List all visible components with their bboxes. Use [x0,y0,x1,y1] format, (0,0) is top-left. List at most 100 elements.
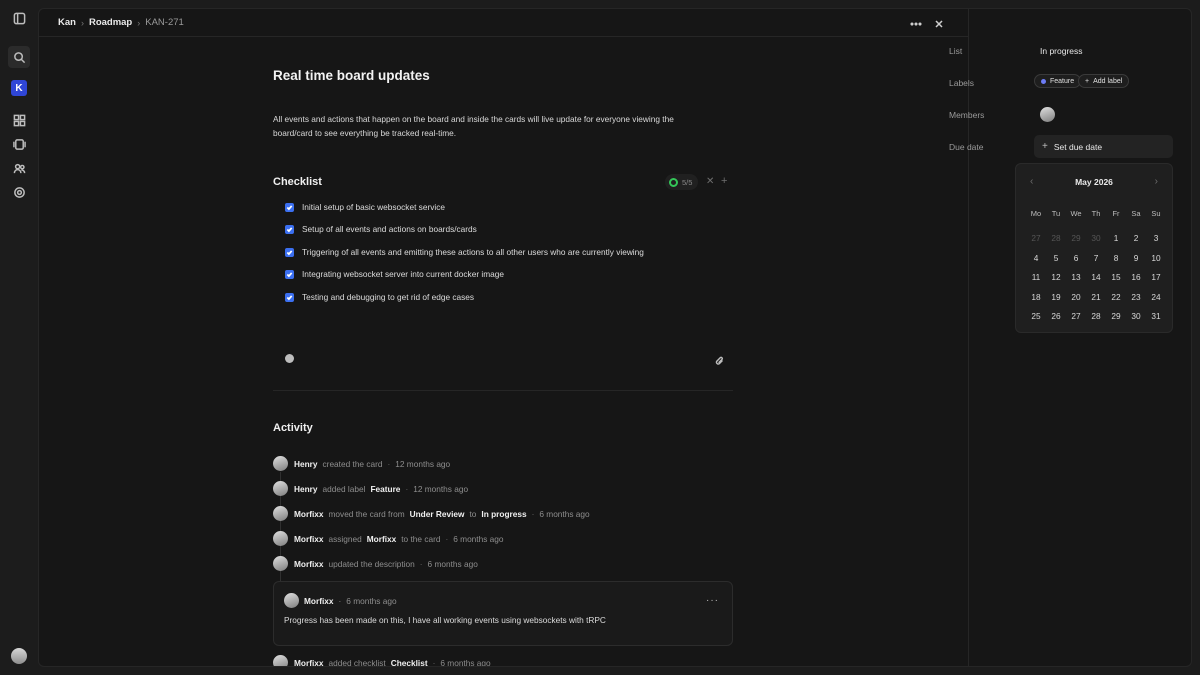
label-chip-feature[interactable]: Feature [1034,74,1082,88]
user-avatar [284,593,299,608]
calendar-day[interactable]: 1 [1106,229,1126,249]
add-checklist-item-icon[interactable]: + [721,175,727,187]
plus-icon: + [1085,77,1090,85]
calendar-day[interactable]: 16 [1126,268,1146,288]
calendar-day[interactable]: 4 [1026,249,1046,269]
plus-icon: + [1042,141,1048,152]
calendar-day[interactable]: 31 [1146,307,1166,327]
breadcrumb-board[interactable]: Roadmap [89,17,132,28]
separator-dot: · [531,508,535,519]
toggle-sidebar-icon[interactable] [9,8,29,28]
delete-checklist-icon[interactable]: ✕ [706,176,714,187]
workspace-avatar[interactable]: K [11,80,27,96]
user-avatar [273,655,288,666]
comment-menu-icon[interactable]: ··· [706,595,719,606]
calendar-day[interactable]: 30 [1126,307,1146,327]
checkbox-checked-icon[interactable] [285,269,294,279]
chevron-right-icon[interactable]: › [1155,176,1158,187]
calendar-weekday: Sa [1131,209,1141,218]
add-label-text: Add label [1093,77,1123,85]
checklist-item[interactable]: Setup of all events and actions on board… [285,224,477,234]
calendar-day[interactable]: 19 [1046,288,1066,308]
calendar-day[interactable]: 17 [1146,268,1166,288]
activity-action: created the card [322,458,383,469]
activity-user: Henry [294,483,318,494]
members-label: Members [949,110,985,120]
calendar-day[interactable]: 27 [1026,229,1046,249]
calendar-day[interactable]: 10 [1146,249,1166,269]
add-label-button[interactable]: + Add label [1078,74,1130,88]
calendar-day[interactable]: 5 [1046,249,1066,269]
breadcrumb-workspace[interactable]: Kan [58,17,76,28]
checklist-item[interactable]: Testing and debugging to get rid of edge… [285,292,474,302]
member-avatar[interactable] [1040,107,1055,122]
calendar-day[interactable]: 22 [1106,288,1126,308]
comment-body: Progress has been made on this, I have a… [284,615,606,625]
calendar-day[interactable]: 24 [1146,288,1166,308]
calendar-day[interactable]: 26 [1046,307,1066,327]
checklist-item-label: Testing and debugging to get rid of edge… [302,292,475,302]
calendar-day[interactable]: 28 [1086,307,1106,327]
checkbox-checked-icon[interactable] [285,202,294,212]
separator-dot: · [387,458,391,469]
calendar-day[interactable]: 29 [1066,229,1086,249]
activity-time: 6 months ago [453,533,504,544]
calendar-day[interactable]: 20 [1066,288,1086,308]
separator-dot: · [338,595,342,606]
close-icon[interactable] [933,17,945,29]
checkbox-checked-icon[interactable] [285,224,294,234]
checkbox-checked-icon[interactable] [285,292,294,302]
top-bar: Kan › Roadmap › KAN-271 [39,9,968,37]
calendar-day[interactable]: 8 [1106,249,1126,269]
calendar-day[interactable]: 7 [1086,249,1106,269]
card-title[interactable]: Real time board updates [273,68,430,83]
calendar-day[interactable]: 30 [1086,229,1106,249]
activity-user: Morfixx [294,558,324,569]
calendar-day[interactable]: 23 [1126,288,1146,308]
activity-user: Henry [294,458,318,469]
calendar-day[interactable]: 12 [1046,268,1066,288]
more-options-icon[interactable] [910,17,922,29]
calendar-day[interactable]: 2 [1126,229,1146,249]
calendar-day[interactable]: 15 [1106,268,1126,288]
activity-time: 6 months ago [440,657,491,667]
calendar-day[interactable]: 21 [1086,288,1106,308]
checklist-item-label: Integrating websocket server into curren… [302,269,504,279]
left-rail: K [0,0,38,675]
calendar-day[interactable]: 29 [1106,307,1126,327]
paperclip-icon[interactable] [715,353,725,365]
checklist-title[interactable]: Checklist [273,176,322,188]
card-description[interactable]: All events and actions that happen on th… [273,112,693,140]
checklist-item[interactable]: Integrating websocket server into curren… [285,269,504,279]
separator-dot: · [445,533,449,544]
calendar-weekday: Mo [1030,209,1042,218]
activity-from-list: Under Review [409,508,465,519]
calendar-day[interactable]: 11 [1026,268,1046,288]
checklist-item[interactable]: Initial setup of basic websocket service [285,202,445,212]
boards-icon[interactable] [9,134,29,154]
activity-entry: Henry created the card · 12 months ago [273,456,450,471]
calendar-day[interactable]: 18 [1026,288,1046,308]
activity-time: 6 months ago [539,508,590,519]
calendar-day[interactable]: 6 [1066,249,1086,269]
dashboard-icon[interactable] [9,110,29,130]
checklist-item[interactable]: Triggering of all events and emitting th… [285,247,644,257]
members-icon[interactable] [9,158,29,178]
calendar-day[interactable]: 9 [1126,249,1146,269]
settings-icon[interactable] [9,182,29,202]
calendar-day[interactable]: 3 [1146,229,1166,249]
activity-time: 6 months ago [427,558,478,569]
verified-badge-icon[interactable] [285,354,294,363]
activity-action: added checklist [328,657,386,667]
calendar-day[interactable]: 28 [1046,229,1066,249]
calendar-day[interactable]: 13 [1066,268,1086,288]
set-due-date-button[interactable]: + Set due date [1034,135,1173,158]
checkbox-checked-icon[interactable] [285,247,294,257]
calendar-day[interactable]: 27 [1066,307,1086,327]
search-icon[interactable] [8,46,30,68]
set-due-date-text: Set due date [1053,141,1103,152]
list-select[interactable]: In progress [1040,46,1083,56]
user-avatar[interactable] [11,648,27,664]
calendar-day[interactable]: 25 [1026,307,1046,327]
calendar-day[interactable]: 14 [1086,268,1106,288]
